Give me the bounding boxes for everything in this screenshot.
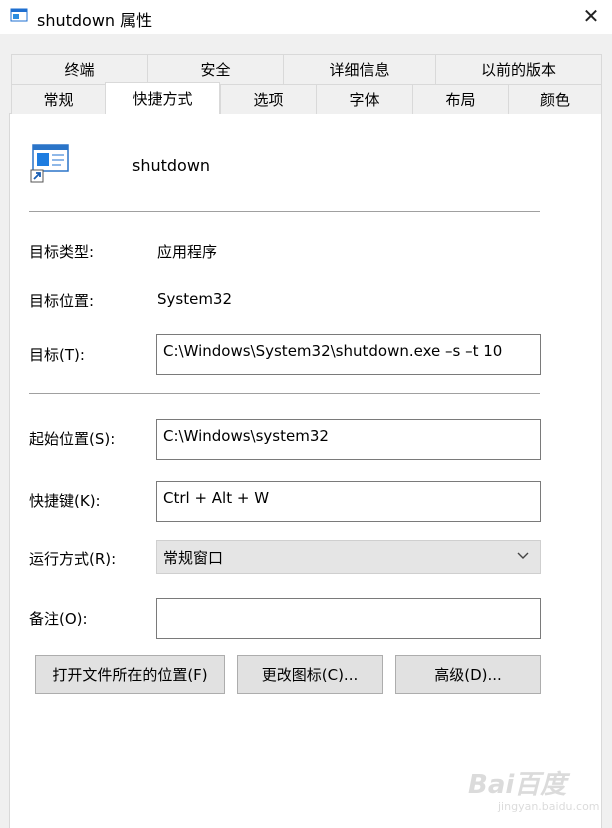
tab-general[interactable]: 常规 (11, 84, 105, 114)
target-location-label: 目标位置: (29, 292, 95, 310)
advanced-button[interactable]: 高级(D)... (395, 655, 541, 694)
shortcut-name: shutdown (132, 156, 211, 175)
close-icon: ✕ (582, 4, 600, 28)
tab-options[interactable]: 选项 (220, 84, 316, 114)
target-type-value: 应用程序 (157, 243, 218, 261)
separator (29, 393, 540, 394)
window-title: shutdown 属性 (37, 11, 153, 30)
target-field[interactable]: C:\Windows\System32\shutdown.exe –s –t 1… (156, 334, 541, 375)
run-select[interactable]: 常规窗口 (156, 540, 541, 574)
hotkey-field[interactable]: Ctrl + Alt + W (156, 481, 541, 522)
comment-field[interactable] (156, 598, 541, 639)
watermark-logo-text: Bai百度 (468, 770, 567, 800)
watermark-url: jingyan.baidu.com (498, 800, 600, 813)
tab-terminal[interactable]: 终端 (11, 54, 147, 84)
separator (29, 211, 540, 212)
shortcut-tab-page (9, 113, 602, 828)
target-location-value: System32 (157, 290, 233, 308)
tab-font[interactable]: 字体 (316, 84, 412, 114)
target-type-label: 目标类型: (29, 243, 95, 261)
shortcut-window-icon (10, 8, 28, 22)
change-icon-button[interactable]: 更改图标(C)... (237, 655, 383, 694)
run-select-value: 常规窗口 (163, 549, 224, 567)
tab-row-back: 终端 安全 详细信息 以前的版本 (11, 54, 602, 84)
tab-layout[interactable]: 布局 (412, 84, 508, 114)
chevron-down-icon (517, 552, 529, 559)
baidu-watermark: Bai百度 jingyan.baidu.com (468, 758, 600, 816)
run-label: 运行方式(R): (29, 550, 117, 568)
tab-previous-versions[interactable]: 以前的版本 (435, 54, 602, 84)
hotkey-label: 快捷键(K): (29, 492, 101, 510)
target-label: 目标(T): (29, 346, 85, 364)
start-in-field[interactable]: C:\Windows\system32 (156, 419, 541, 460)
comment-label: 备注(O): (29, 610, 88, 628)
tab-row-front: 常规 快捷方式 选项 字体 布局 颜色 (11, 82, 602, 114)
close-button[interactable]: ✕ (576, 2, 606, 30)
title-bar: shutdown 属性 ✕ (0, 0, 612, 34)
start-in-label: 起始位置(S): (29, 430, 116, 448)
tab-security[interactable]: 安全 (147, 54, 283, 84)
tab-details[interactable]: 详细信息 (283, 54, 435, 84)
tab-shortcut[interactable]: 快捷方式 (105, 82, 220, 114)
open-file-location-button[interactable]: 打开文件所在的位置(F) (35, 655, 225, 694)
console-app-icon (30, 144, 69, 183)
tab-colors[interactable]: 颜色 (508, 84, 602, 114)
